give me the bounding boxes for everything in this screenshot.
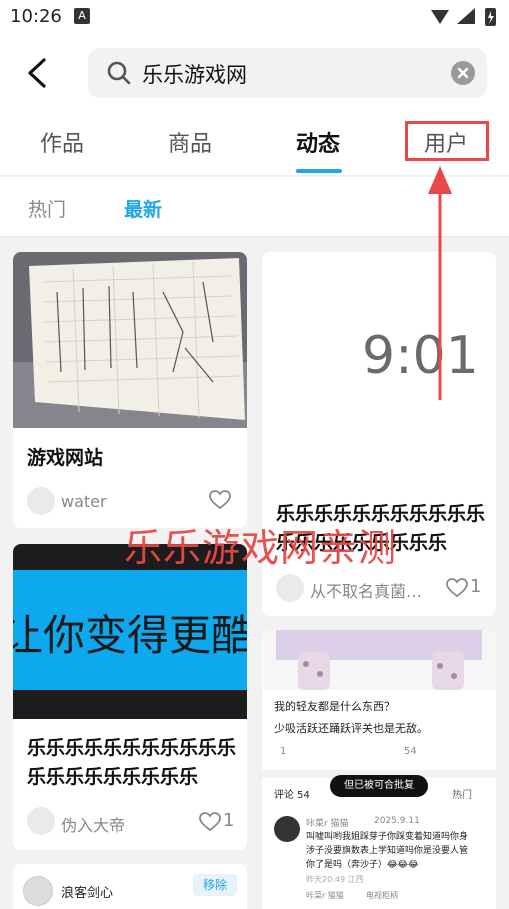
- sort-label[interactable]: 热门: [452, 786, 472, 801]
- back-arrow-icon[interactable]: [22, 56, 52, 90]
- tab-products[interactable]: 商品: [168, 126, 212, 158]
- post-card[interactable]: 我的轻友都是什么东西？ 少吸活跃还踊跃评关也是无敌。 1 54 但已被可合批复 …: [262, 630, 496, 909]
- status-time: 10:26: [10, 6, 62, 27]
- like-count: 1: [470, 576, 482, 597]
- search-header: 乐乐游戏网: [0, 34, 509, 112]
- post-image-banner: 让你变得更酷: [13, 570, 247, 690]
- post-title: 乐乐乐乐乐乐乐乐乐乐乐乐乐乐乐乐乐乐乐乐: [27, 737, 237, 788]
- post-card[interactable]: 让你变得更酷 乐乐乐乐乐乐乐乐乐乐乐乐乐乐乐乐乐乐乐乐 伪入大帝 1: [13, 544, 247, 850]
- user-card[interactable]: 浪客剑心 移除: [13, 864, 247, 909]
- post-text-line: 少吸活跃还踊跃评关也是无敌。: [274, 722, 428, 735]
- wifi-icon: [431, 10, 449, 24]
- post-image-text: 让你变得更酷: [13, 611, 247, 660]
- post-image: 9:01: [262, 252, 496, 482]
- heart-icon[interactable]: [199, 812, 221, 832]
- search-icon: [107, 61, 131, 85]
- status-bar: 10:26 A: [0, 0, 509, 34]
- notification-a-icon: A: [74, 8, 90, 24]
- tab-works[interactable]: 作品: [40, 126, 84, 158]
- like-count: 1: [280, 746, 287, 757]
- avatar[interactable]: [23, 876, 53, 906]
- subtab-latest[interactable]: 最新: [124, 195, 162, 222]
- post-author[interactable]: 伪入大帝: [61, 812, 125, 836]
- heart-icon[interactable]: [446, 578, 468, 598]
- avatar[interactable]: [276, 574, 304, 602]
- avatar[interactable]: [27, 487, 55, 515]
- search-bar[interactable]: 乐乐游戏网: [88, 48, 487, 98]
- active-tab-indicator: [296, 169, 342, 173]
- post-image-notebook: [13, 252, 247, 428]
- post-text-line: 我的轻友都是什么东西？: [274, 700, 395, 713]
- user-name[interactable]: 浪客剑心: [61, 882, 113, 901]
- comment-date: 2025.9.11: [374, 816, 420, 826]
- post-image-cartoon: [262, 630, 496, 690]
- comment-count: 54: [404, 746, 417, 757]
- comments-label: 评论 54: [274, 790, 310, 801]
- signal-icon: [457, 8, 475, 24]
- post-author[interactable]: water: [61, 492, 107, 511]
- heart-icon[interactable]: [209, 490, 231, 510]
- remove-badge[interactable]: 移除: [193, 874, 237, 896]
- subtab-hot[interactable]: 热门: [28, 195, 66, 222]
- comment-user: 咔菜r 猫猫: [306, 819, 349, 829]
- post-title: 游戏网站: [27, 447, 104, 469]
- like-count: 1: [223, 810, 235, 831]
- annotation-highlight-box: [405, 121, 489, 161]
- comment-time: 昨天20:49 江西: [306, 875, 364, 884]
- annotation-arrow-icon: [428, 166, 452, 400]
- avatar[interactable]: [274, 816, 300, 842]
- system-status-icons: [431, 8, 496, 26]
- post-author[interactable]: 从不取名真菌…: [310, 578, 422, 602]
- clear-search-icon[interactable]: [451, 61, 475, 85]
- avatar[interactable]: [27, 807, 55, 835]
- reply-user: 咔菜r 猫猫: [306, 891, 344, 900]
- watermark-text: 乐乐游戏网亲测: [124, 526, 398, 570]
- tab-posts[interactable]: 动态: [296, 126, 340, 158]
- search-query-text[interactable]: 乐乐游戏网: [142, 59, 247, 89]
- comment-text: 叫嘘叫哟我姐踩芽子你踩变着知道吗你身涉子没要旗数表上学知道吗你是没要人管你了是吗…: [306, 832, 469, 870]
- tooltip-pill: 但已被可合批复: [330, 775, 428, 797]
- reply-to: 电视柜柄: [366, 891, 398, 900]
- post-card[interactable]: 游戏网站 water: [13, 252, 247, 528]
